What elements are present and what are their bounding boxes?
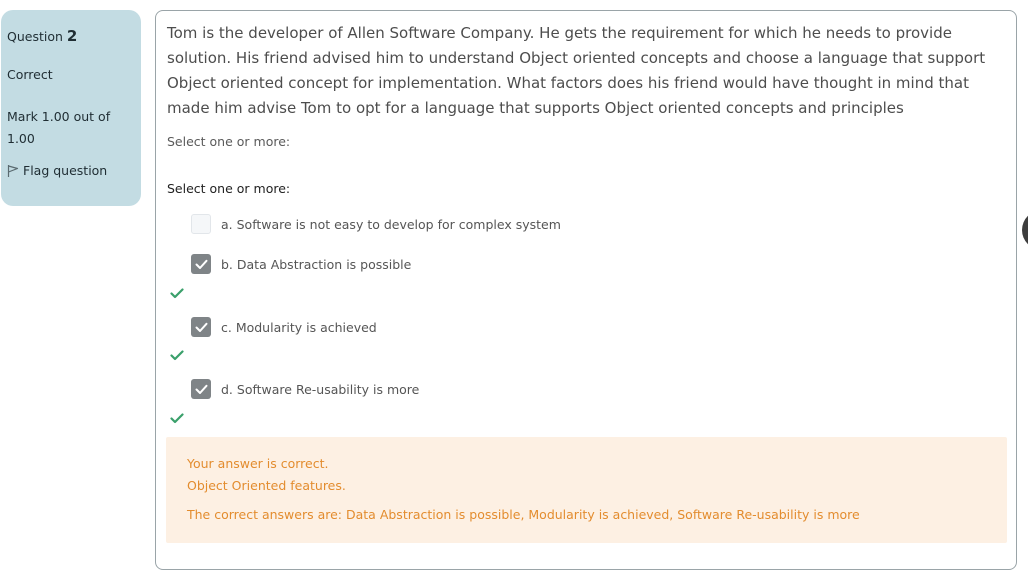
option-c-label: c. Modularity is achieved (221, 319, 377, 335)
option-a-checkbox[interactable] (191, 214, 211, 234)
flag-icon (7, 164, 19, 178)
option-b[interactable]: b. Data Abstraction is possible (191, 254, 411, 274)
option-b-label: b. Data Abstraction is possible (221, 256, 412, 272)
option-c-checkbox[interactable] (191, 317, 211, 337)
correct-tick-icon (170, 409, 184, 424)
feedback-status: Your answer is correct. (187, 456, 329, 471)
right-answer: The correct answers are: Data Abstractio… (187, 507, 860, 522)
question-state: Correct (7, 67, 53, 82)
question-label: Question (7, 29, 63, 44)
question-grade: Mark 1.00 out of 1.00 (7, 109, 111, 146)
option-a-label: a. Software is not easy to develop for c… (221, 216, 561, 232)
option-d-label: d. Software Re-usability is more (221, 381, 420, 397)
answer-prompt: Select one or more: (167, 181, 291, 196)
question-number-value: 2 (66, 27, 78, 45)
checkmark-icon (195, 384, 207, 394)
option-c[interactable]: c. Modularity is achieved (191, 317, 377, 337)
question-text: Tom is the developer of Allen Software C… (167, 24, 986, 117)
scroll-indicator-circle[interactable] (1022, 210, 1028, 250)
question-number: Question 2 (7, 26, 135, 47)
option-a[interactable]: a. Software is not easy to develop for c… (191, 214, 561, 234)
question-info-panel: Question 2 Correct Mark 1.00 out of 1.00… (1, 10, 141, 206)
general-feedback: Object Oriented features. (187, 478, 346, 493)
question-content: Tom is the developer of Allen Software C… (155, 10, 1017, 570)
select-prompt: Select one or more: (167, 134, 291, 149)
checkmark-icon (195, 322, 207, 332)
option-d[interactable]: d. Software Re-usability is more (191, 379, 419, 399)
flag-question-button[interactable]: Flag question (7, 163, 135, 179)
option-d-checkbox[interactable] (191, 379, 211, 399)
flag-question-label: Flag question (23, 163, 108, 178)
option-b-checkbox[interactable] (191, 254, 211, 274)
checkmark-icon (195, 259, 207, 269)
correct-tick-icon (170, 284, 184, 299)
feedback-box: Your answer is correct. Object Oriented … (166, 437, 1007, 543)
correct-tick-icon (170, 346, 184, 361)
